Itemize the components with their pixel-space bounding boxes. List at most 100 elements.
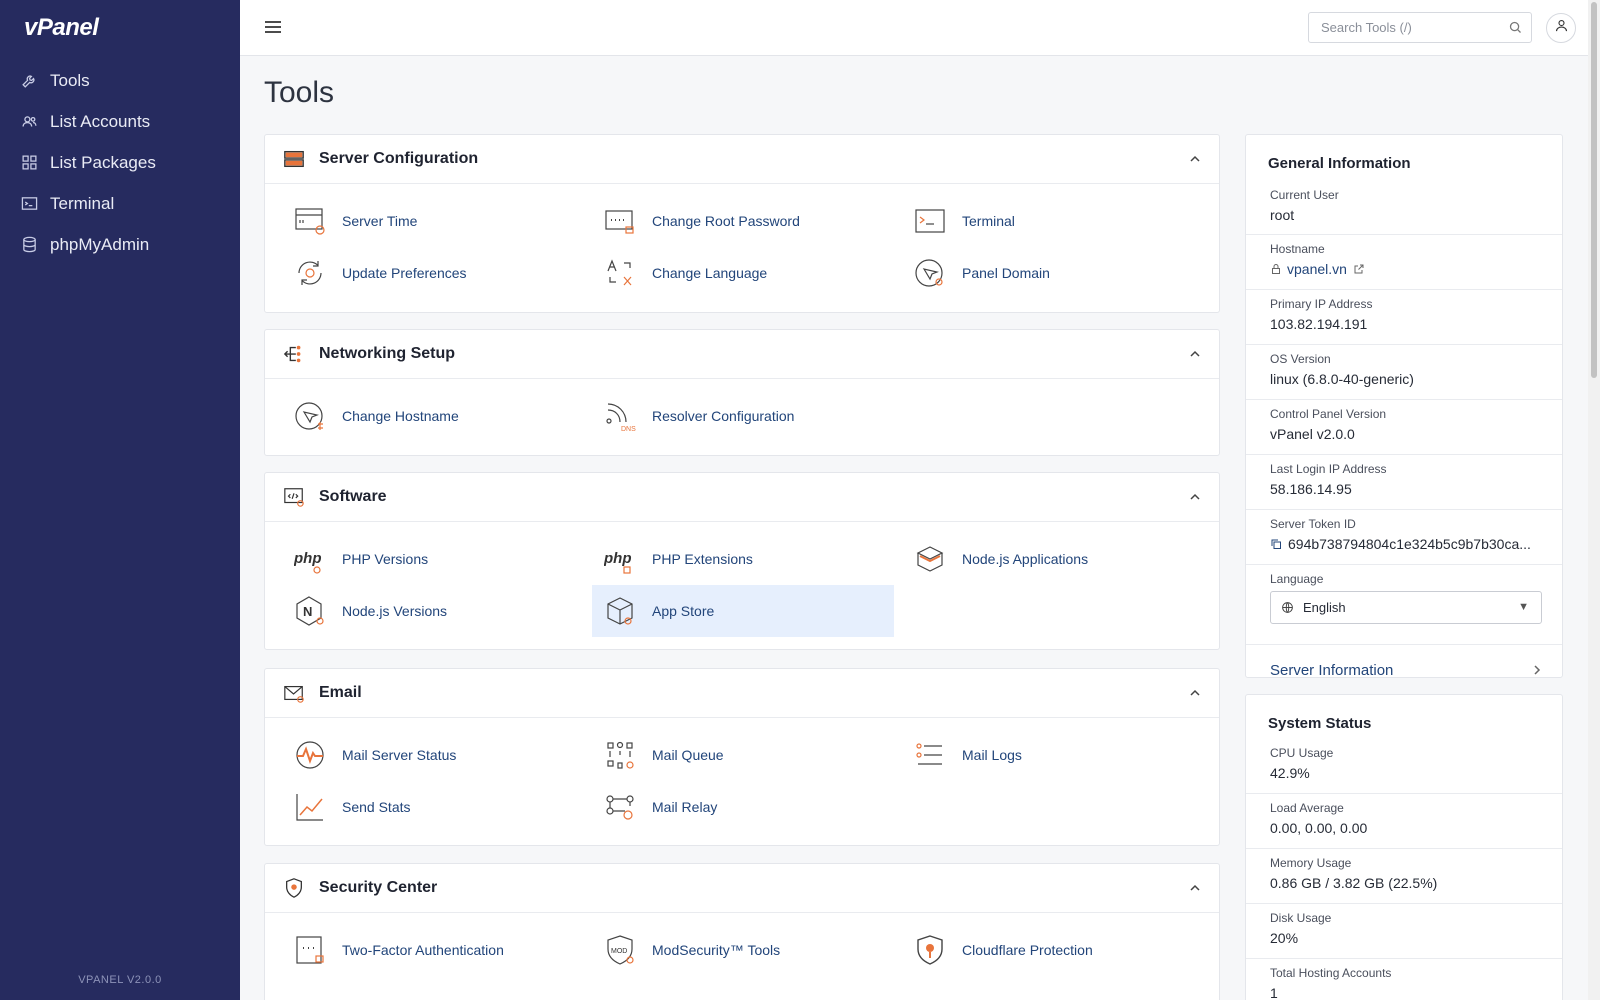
system-status-card: System Status CPU Usage 42.9% Load Avera… bbox=[1245, 694, 1563, 1000]
info-value: 58.186.14.95 bbox=[1270, 481, 1352, 497]
status-memory-usage: Memory Usage 0.86 GB / 3.82 GB (22.5%) bbox=[1246, 849, 1562, 904]
svg-text:php: php bbox=[294, 550, 322, 567]
tool-mail-logs[interactable]: Mail Logs bbox=[885, 729, 1187, 781]
php-icon: php bbox=[292, 541, 328, 577]
vpanel-logo[interactable]: vPanel bbox=[24, 14, 99, 42]
user-menu-button[interactable] bbox=[1546, 13, 1576, 43]
tool-app-store[interactable]: App Store bbox=[592, 585, 894, 637]
menu-toggle-icon[interactable] bbox=[264, 18, 282, 36]
tool-resolver-configuration[interactable]: DNS Resolver Configuration bbox=[575, 390, 877, 442]
tool-change-root-password[interactable]: Change Root Password bbox=[575, 195, 877, 247]
sidebar-item-list-accounts[interactable]: List Accounts bbox=[0, 101, 240, 142]
grid-icon bbox=[21, 154, 38, 171]
info-label: Load Average bbox=[1270, 801, 1344, 815]
scrollbar-thumb[interactable] bbox=[1591, 2, 1597, 378]
info-label: CPU Usage bbox=[1270, 746, 1334, 760]
tool-nodejs-applications[interactable]: Node.js Applications bbox=[885, 533, 1187, 585]
wrench-icon bbox=[21, 72, 38, 89]
panel-header-email[interactable]: Email bbox=[265, 669, 1219, 718]
chevron-up-icon[interactable] bbox=[1189, 347, 1201, 365]
tool-two-factor-authentication[interactable]: Two-Factor Authentication bbox=[265, 924, 567, 976]
terminal-icon bbox=[21, 195, 38, 212]
page-scrollbar[interactable] bbox=[1588, 0, 1600, 1000]
panel-header-networking-setup[interactable]: Networking Setup bbox=[265, 330, 1219, 379]
tool-label: ModSecurity™ Tools bbox=[652, 942, 781, 958]
lock-icon bbox=[1270, 263, 1282, 275]
change-hostname-icon bbox=[292, 398, 328, 434]
panel-header-software[interactable]: Software bbox=[265, 473, 1219, 522]
chevron-up-icon[interactable] bbox=[1189, 490, 1201, 508]
info-value: 0.86 GB / 3.82 GB (22.5%) bbox=[1270, 875, 1438, 891]
panel-networking-setup: Networking Setup Change Hostname DNS Res… bbox=[264, 329, 1220, 456]
sidebar-item-tools[interactable]: Tools bbox=[0, 60, 240, 101]
tool-mail-server-status[interactable]: Mail Server Status bbox=[265, 729, 567, 781]
tool-modsecurity-tools[interactable]: MOD ModSecurity™ Tools bbox=[575, 924, 877, 976]
tool-change-language[interactable]: Change Language bbox=[575, 247, 877, 299]
tool-label: Terminal bbox=[962, 213, 1015, 229]
panel-title: Email bbox=[319, 684, 362, 701]
chevron-up-icon[interactable] bbox=[1189, 881, 1201, 899]
svg-text:N: N bbox=[303, 604, 312, 619]
info-label: Memory Usage bbox=[1270, 856, 1352, 870]
software-code-icon bbox=[283, 486, 305, 508]
tool-cloudflare-protection[interactable]: Cloudflare Protection bbox=[885, 924, 1187, 976]
sidebar-item-label: Tools bbox=[50, 70, 90, 90]
tool-mail-relay[interactable]: Mail Relay bbox=[575, 781, 877, 833]
tool-label: App Store bbox=[652, 603, 715, 619]
tool-label: Change Hostname bbox=[342, 408, 459, 424]
language-select[interactable]: English ▼ bbox=[1270, 591, 1542, 624]
info-label: Hostname bbox=[1270, 242, 1325, 256]
nodejs-icon: N bbox=[292, 593, 328, 629]
tool-server-time[interactable]: Server Time bbox=[265, 195, 567, 247]
tool-send-stats[interactable]: Send Stats bbox=[265, 781, 567, 833]
search-icon[interactable] bbox=[1508, 20, 1523, 40]
chevron-up-icon[interactable] bbox=[1189, 152, 1201, 170]
tool-nodejs-versions[interactable]: N Node.js Versions bbox=[265, 585, 567, 637]
hostname-value-row: vpanel.vn bbox=[1270, 261, 1562, 277]
network-icon bbox=[283, 343, 305, 365]
tool-panel-domain[interactable]: Panel Domain bbox=[885, 247, 1187, 299]
tool-change-hostname[interactable]: Change Hostname bbox=[265, 390, 567, 442]
status-disk-usage: Disk Usage 20% bbox=[1246, 904, 1562, 959]
tool-php-extensions[interactable]: php PHP Extensions bbox=[575, 533, 877, 585]
hostname-link[interactable]: vpanel.vn bbox=[1287, 261, 1347, 277]
status-total-hosting-accounts: Total Hosting Accounts 1 bbox=[1246, 959, 1562, 1000]
info-label: Disk Usage bbox=[1270, 911, 1332, 925]
info-label: Current User bbox=[1270, 188, 1339, 202]
info-label: Language bbox=[1270, 572, 1324, 586]
tool-label: Mail Logs bbox=[962, 747, 1022, 763]
server-token-value: 694b738794804c1e324b5c9b7b30ca... bbox=[1288, 536, 1531, 552]
sidebar-item-list-packages[interactable]: List Packages bbox=[0, 142, 240, 183]
php-icon: php bbox=[602, 541, 638, 577]
info-value: vPanel v2.0.0 bbox=[1270, 426, 1355, 442]
server-information-link[interactable]: Server Information bbox=[1246, 645, 1562, 695]
update-preferences-icon bbox=[292, 255, 328, 291]
tool-terminal[interactable]: Terminal bbox=[885, 195, 1187, 247]
tool-label: Mail Server Status bbox=[342, 747, 457, 763]
sidebar-item-terminal[interactable]: Terminal bbox=[0, 183, 240, 224]
globe-icon bbox=[1281, 601, 1294, 614]
top-header bbox=[240, 0, 1600, 56]
external-link-icon[interactable] bbox=[1353, 263, 1365, 275]
info-label: Primary IP Address bbox=[1270, 297, 1373, 311]
modsecurity-icon: MOD bbox=[602, 932, 638, 968]
tool-php-versions[interactable]: php PHP Versions bbox=[265, 533, 567, 585]
panel-header-server-configuration[interactable]: Server Configuration bbox=[265, 135, 1219, 184]
panel-header-security-center[interactable]: Security Center bbox=[265, 864, 1219, 913]
copy-icon[interactable] bbox=[1270, 538, 1282, 550]
info-primary-ip: Primary IP Address 103.82.194.191 bbox=[1246, 290, 1562, 345]
info-server-token: Server Token ID 694b738794804c1e324b5c9b… bbox=[1246, 510, 1562, 565]
database-icon bbox=[21, 236, 38, 253]
email-icon bbox=[283, 682, 305, 704]
tool-update-preferences[interactable]: Update Preferences bbox=[265, 247, 567, 299]
server-icon bbox=[283, 148, 305, 170]
panel-software: Software php PHP Versions php PHP Extens… bbox=[264, 472, 1220, 650]
tool-label: Mail Relay bbox=[652, 799, 718, 815]
tool-mail-queue[interactable]: Mail Queue bbox=[575, 729, 877, 781]
sidebar-item-phpmyadmin[interactable]: phpMyAdmin bbox=[0, 224, 240, 265]
chevron-up-icon[interactable] bbox=[1189, 686, 1201, 704]
relay-icon bbox=[602, 789, 638, 825]
search-input[interactable] bbox=[1309, 13, 1499, 42]
svg-text:DNS: DNS bbox=[621, 426, 636, 432]
info-label: Server Token ID bbox=[1270, 517, 1356, 531]
